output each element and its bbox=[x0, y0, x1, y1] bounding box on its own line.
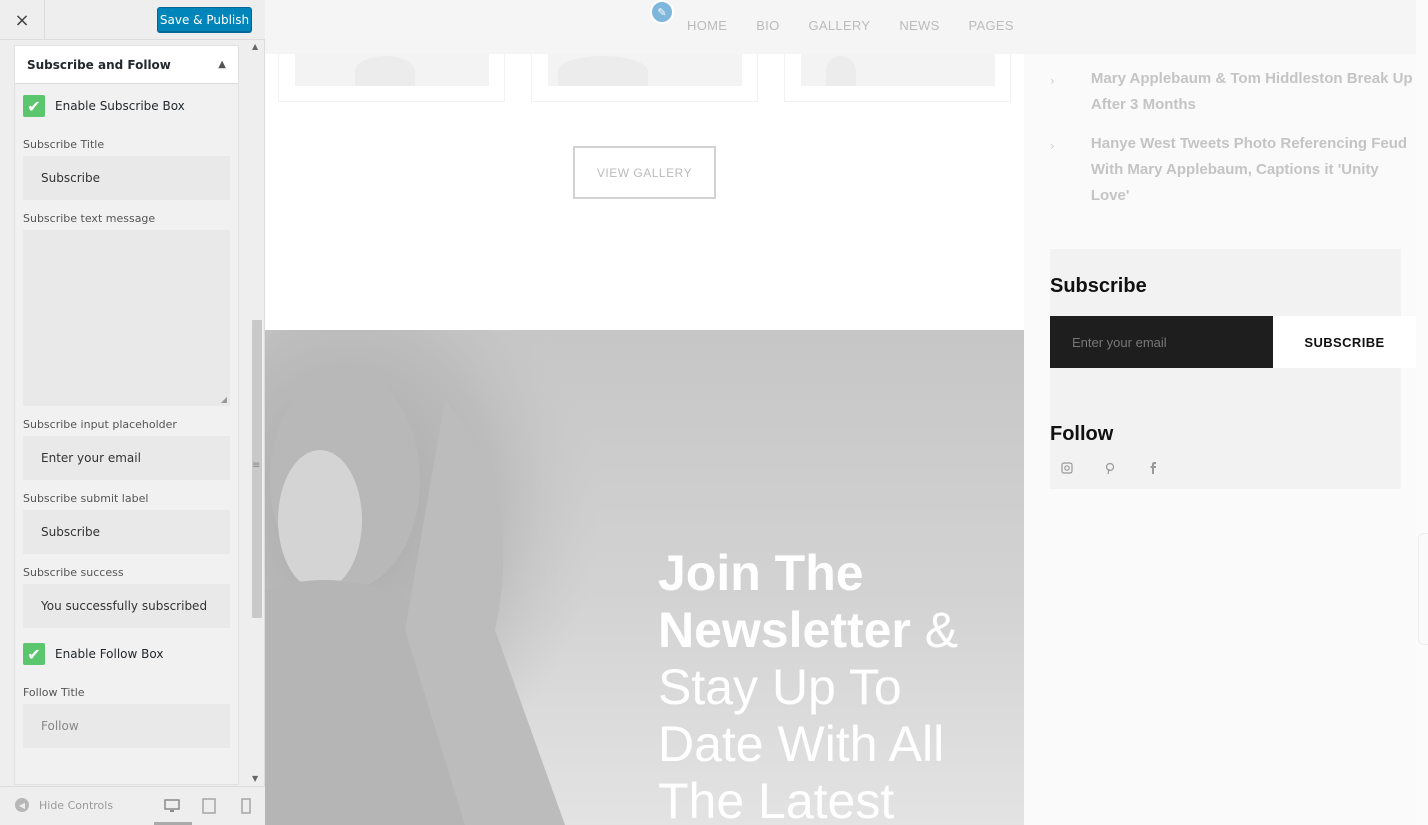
submit-label-label: Subscribe submit label bbox=[23, 492, 149, 505]
enable-follow-checkbox[interactable]: ✔ bbox=[23, 643, 45, 665]
follow-title: Follow bbox=[1050, 423, 1114, 445]
success-label: Subscribe success bbox=[23, 566, 124, 579]
follow-title-label: Follow Title bbox=[23, 686, 85, 699]
enable-subscribe-checkbox[interactable]: ✔ bbox=[23, 95, 45, 117]
tablet-preview-icon[interactable] bbox=[201, 798, 217, 814]
collapse-arrow-icon[interactable]: ▲ bbox=[218, 59, 226, 70]
subscribe-button[interactable]: SUBSCRIBE bbox=[1273, 316, 1416, 368]
hero-headline-bold: Join The Newsletter bbox=[658, 545, 911, 658]
sidebar-widgets: › Mary Applebaum & Tom Hiddleston Break … bbox=[1024, 54, 1428, 825]
customizer-section-panel: Subscribe and Follow ▲ ✔ Enable Subscrib… bbox=[14, 45, 239, 785]
gallery-thumb[interactable] bbox=[784, 54, 1011, 102]
view-gallery-button[interactable]: VIEW GALLERY bbox=[573, 146, 716, 199]
gallery-image bbox=[548, 54, 742, 86]
chevron-right-icon: › bbox=[1050, 139, 1055, 153]
save-publish-button[interactable]: Save & Publish bbox=[157, 7, 252, 32]
site-header: ✎ HOME BIO GALLERY NEWS PAGES bbox=[265, 0, 1428, 54]
collapse-left-icon: ◀ bbox=[15, 798, 29, 812]
placeholder-label: Subscribe input placeholder bbox=[23, 418, 177, 431]
gallery-image bbox=[801, 54, 995, 86]
gallery-thumb[interactable] bbox=[278, 54, 505, 102]
news-item[interactable]: › Hanye West Tweets Photo Referencing Fe… bbox=[1050, 131, 1420, 209]
newsletter-hero: Join The Newsletter & Stay Up To Date Wi… bbox=[265, 330, 1024, 825]
nav-home[interactable]: HOME bbox=[687, 18, 727, 33]
submit-label-input[interactable]: Subscribe bbox=[23, 510, 230, 554]
placeholder-input[interactable]: Enter your email bbox=[23, 436, 230, 480]
preview-scroll-edge bbox=[1416, 0, 1428, 825]
hero-portrait-image bbox=[265, 330, 685, 825]
site-preview: ✎ HOME BIO GALLERY NEWS PAGES VIEW GALLE… bbox=[265, 0, 1428, 825]
nav-pages[interactable]: PAGES bbox=[969, 18, 1014, 33]
customizer-footer: ◀ Hide Controls bbox=[0, 786, 265, 825]
enable-subscribe-label: Enable Subscribe Box bbox=[55, 99, 185, 113]
nav-news[interactable]: NEWS bbox=[899, 18, 939, 33]
resize-handle-icon[interactable]: ◢ bbox=[221, 395, 227, 404]
hide-controls-button[interactable]: ◀ Hide Controls bbox=[15, 798, 113, 812]
hide-controls-label: Hide Controls bbox=[39, 798, 114, 812]
subscribe-title-label: Subscribe Title bbox=[23, 138, 105, 151]
subscribe-title-input[interactable]: Subscribe bbox=[23, 156, 230, 200]
facebook-icon[interactable] bbox=[1146, 461, 1160, 475]
side-panel-tab[interactable] bbox=[1418, 533, 1428, 645]
subscribe-text-textarea[interactable]: ◢ bbox=[23, 230, 230, 406]
news-title[interactable]: Mary Applebaum & Tom Hiddleston Break Up… bbox=[1091, 66, 1420, 118]
instagram-icon[interactable] bbox=[1060, 461, 1074, 475]
subscribe-widget: Subscribe Enter your email SUBSCRIBE Fol… bbox=[1050, 249, 1416, 489]
pinterest-icon[interactable] bbox=[1103, 461, 1117, 475]
customizer-scrollbar[interactable]: ▲ ▼ bbox=[251, 40, 263, 785]
section-header[interactable]: Subscribe and Follow ▲ bbox=[15, 46, 238, 84]
enable-follow-row[interactable]: ✔ Enable Follow Box bbox=[23, 632, 230, 674]
subscribe-text-label: Subscribe text message bbox=[23, 212, 156, 225]
desktop-preview-icon[interactable] bbox=[164, 798, 180, 814]
main-nav: HOME BIO GALLERY NEWS PAGES bbox=[687, 18, 1043, 33]
nav-bio[interactable]: BIO bbox=[756, 18, 779, 33]
success-input[interactable]: You successfully subscribed bbox=[23, 584, 230, 628]
section-title: Subscribe and Follow bbox=[27, 57, 171, 72]
enable-subscribe-row[interactable]: ✔ Enable Subscribe Box bbox=[23, 84, 230, 126]
gallery-thumb[interactable] bbox=[531, 54, 758, 102]
chevron-right-icon: › bbox=[1050, 74, 1055, 88]
customizer-sidebar: × Save & Publish Subscribe and Follow ▲ … bbox=[0, 0, 265, 825]
subscribe-title: Subscribe bbox=[1050, 275, 1147, 297]
close-icon[interactable]: × bbox=[0, 0, 45, 40]
customizer-header: × Save & Publish bbox=[0, 0, 265, 40]
edit-shortcut-pencil-icon[interactable]: ✎ bbox=[650, 0, 674, 24]
news-item[interactable]: › Mary Applebaum & Tom Hiddleston Break … bbox=[1050, 66, 1420, 118]
nav-gallery[interactable]: GALLERY bbox=[809, 18, 871, 33]
scroll-up-icon[interactable]: ▲ bbox=[252, 42, 258, 51]
splitter-handle-icon[interactable]: ≡ bbox=[252, 460, 260, 471]
news-title[interactable]: Hanye West Tweets Photo Referencing Feud… bbox=[1091, 131, 1420, 209]
section-body: ✔ Enable Subscribe Box Subscribe Title S… bbox=[15, 84, 238, 784]
mobile-preview-icon[interactable] bbox=[238, 798, 254, 814]
scroll-down-icon[interactable]: ▼ bbox=[252, 774, 258, 783]
hero-headline: Join The Newsletter & Stay Up To Date Wi… bbox=[658, 545, 1018, 825]
enable-follow-label: Enable Follow Box bbox=[55, 647, 164, 661]
follow-title-input[interactable]: Follow bbox=[23, 704, 230, 748]
gallery-image bbox=[295, 54, 489, 86]
subscribe-email-input[interactable]: Enter your email bbox=[1050, 316, 1273, 368]
